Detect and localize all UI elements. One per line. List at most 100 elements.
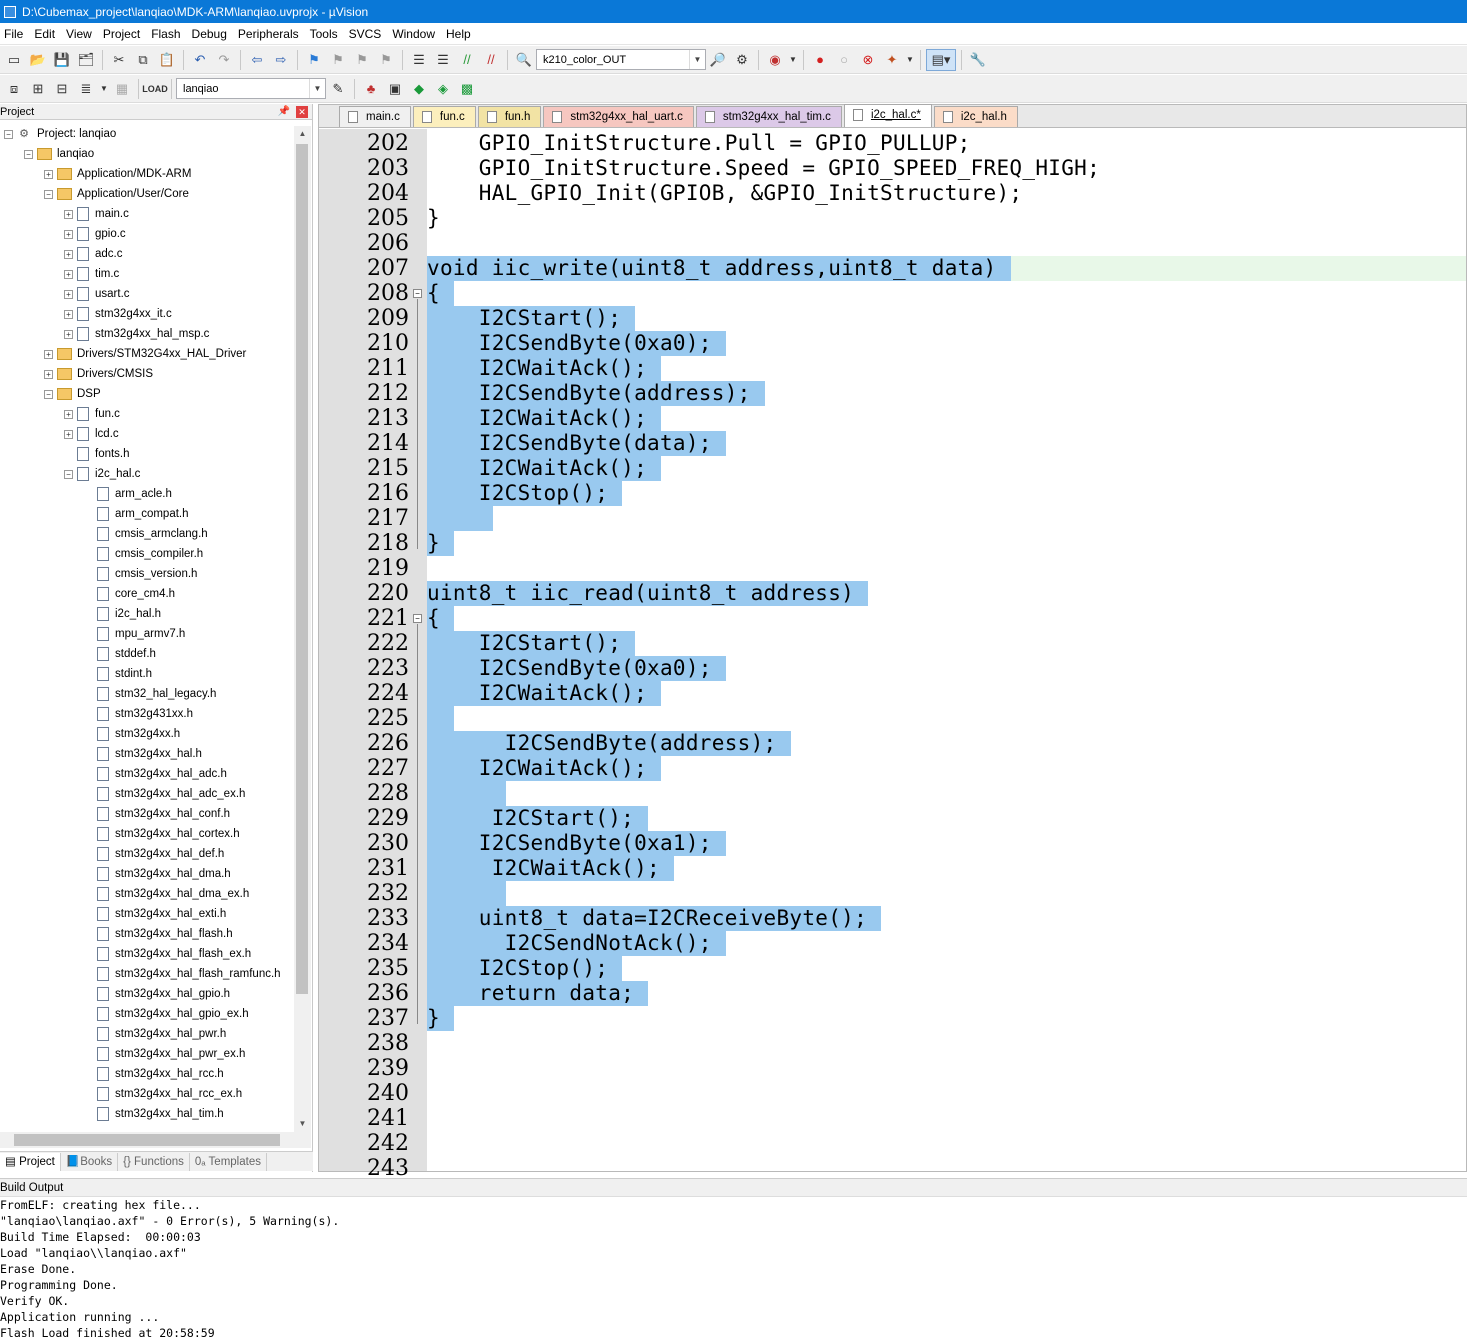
editor-tab-i2c-hal-h[interactable]: i2c_hal.h (933, 106, 1018, 127)
expand-icon[interactable]: + (64, 309, 73, 319)
project-target-combo[interactable]: lanqiao ▼ (176, 78, 326, 99)
code-area[interactable]: GPIO_InitStructure.Pull = GPIO_PULLUP; G… (427, 129, 1466, 1171)
wrench-icon[interactable]: 🔧 (967, 49, 989, 71)
menu-item-debug[interactable]: Debug (188, 23, 234, 45)
redo-icon[interactable]: ↷ (213, 49, 235, 71)
pack-installer-icon[interactable]: ▩ (456, 78, 478, 100)
breakpoint-icon[interactable]: ● (809, 49, 831, 71)
tree-item[interactable]: stm32g4xx_hal_pwr_ex.h (84, 1044, 245, 1064)
disable-all-breakpoints-icon[interactable]: ✦ (881, 49, 903, 71)
configure-icon[interactable]: ⚙ (731, 49, 753, 71)
disable-breakpoint-icon[interactable]: ○ (833, 49, 855, 71)
uncomment-icon[interactable]: // (480, 49, 502, 71)
unindent-icon[interactable]: ☰ (432, 49, 454, 71)
panel-tab-templates[interactable]: 0ₐ Templates (190, 1152, 267, 1171)
collapse-icon[interactable]: − (64, 469, 73, 479)
tree-item[interactable]: stddef.h (84, 644, 156, 664)
tree-item[interactable]: stm32g4xx_hal_flash_ex.h (84, 944, 251, 964)
tree-item[interactable]: arm_acle.h (84, 484, 172, 504)
tree-item[interactable]: stm32g4xx_hal_flash_ramfunc.h (84, 964, 281, 984)
menu-item-peripherals[interactable]: Peripherals (234, 23, 306, 45)
tree-item[interactable]: stm32g4xx_hal_cortex.h (84, 824, 240, 844)
batch-build-icon[interactable]: ≣ (75, 78, 97, 100)
tree-item[interactable]: stm32g4xx_hal_adc_ex.h (84, 784, 245, 804)
collapse-icon[interactable]: − (4, 129, 13, 139)
expand-icon[interactable]: + (44, 169, 53, 179)
editor-tab-i2c-hal-c-[interactable]: i2c_hal.c* (843, 104, 932, 127)
editor-tab-fun-h[interactable]: fun.h (477, 106, 542, 127)
tree-item[interactable]: stm32g4xx_hal_flash.h (84, 924, 233, 944)
panel-tab-project[interactable]: ▤ Project (0, 1152, 61, 1171)
expand-icon[interactable]: + (64, 269, 73, 279)
expand-icon[interactable]: + (64, 249, 73, 259)
tree-item[interactable]: stm32g4xx_hal_def.h (84, 844, 224, 864)
tree-item[interactable]: stm32g4xx_hal_rcc.h (84, 1064, 224, 1084)
indent-icon[interactable]: ☰ (408, 49, 430, 71)
dropdown-arrow-icon[interactable]: ▼ (99, 78, 109, 100)
menu-item-window[interactable]: Window (388, 23, 442, 45)
menu-item-project[interactable]: Project (99, 23, 147, 45)
pin-icon[interactable]: 📌 (278, 106, 290, 117)
expand-icon[interactable]: + (64, 209, 73, 219)
save-icon[interactable]: 💾 (51, 49, 73, 71)
paste-icon[interactable]: 📋 (156, 49, 178, 71)
tree-item[interactable]: stm32g4xx_hal_conf.h (84, 804, 230, 824)
tree-item[interactable]: stm32g4xx_hal_dma_ex.h (84, 884, 249, 904)
tree-item[interactable]: + fun.c (64, 404, 120, 424)
manage-project-icon[interactable]: ♣ (360, 78, 382, 100)
close-icon[interactable]: ✕ (296, 105, 308, 118)
tree-item[interactable]: cmsis_version.h (84, 564, 197, 584)
new-file-icon[interactable]: ▭ (3, 49, 25, 71)
next-bookmark-icon[interactable]: ⚑ (351, 49, 373, 71)
kill-breakpoints-icon[interactable]: ⊗ (857, 49, 879, 71)
window-layout-icon[interactable]: ▤▾ (926, 48, 956, 71)
select-packs-icon[interactable]: ◈ (432, 78, 454, 100)
build-icon[interactable]: ⊞ (27, 78, 49, 100)
tree-item[interactable]: + Drivers/STM32G4xx_HAL_Driver (44, 344, 246, 364)
tree-horizontal-scrollbar[interactable] (0, 1132, 311, 1148)
tree-item[interactable]: − DSP (44, 384, 101, 404)
tree-item[interactable]: stm32g4xx_hal_tim.h (84, 1104, 224, 1124)
scroll-up-arrow-icon[interactable]: ▲ (294, 126, 311, 142)
copy-icon[interactable]: ⧉ (132, 49, 154, 71)
expand-icon[interactable]: + (44, 349, 53, 359)
open-file-icon[interactable]: 📂 (27, 49, 49, 71)
target-combo[interactable]: k210_color_OUT ▼ (536, 49, 706, 70)
clear-bookmarks-icon[interactable]: ⚑ (375, 49, 397, 71)
cut-icon[interactable]: ✂ (108, 49, 130, 71)
tree-item[interactable]: + Application/MDK-ARM (44, 164, 191, 184)
prev-bookmark-icon[interactable]: ⚑ (327, 49, 349, 71)
tree-item[interactable]: stm32g4xx.h (84, 724, 180, 744)
panel-tab-books[interactable]: 📘Books (61, 1152, 119, 1171)
fold-toggle-icon[interactable]: − (413, 614, 422, 623)
bookmark-icon[interactable]: ⚑ (303, 49, 325, 71)
menu-item-svcs[interactable]: SVCS (345, 23, 389, 45)
tree-item[interactable]: mpu_armv7.h (84, 624, 185, 644)
tree-item[interactable]: stm32g4xx_hal_exti.h (84, 904, 226, 924)
menu-item-flash[interactable]: Flash (147, 23, 187, 45)
file-extensions-icon[interactable]: ▣ (384, 78, 406, 100)
expand-icon[interactable]: + (64, 289, 73, 299)
tree-item[interactable]: + usart.c (64, 284, 130, 304)
tree-item[interactable]: + stm32g4xx_it.c (64, 304, 172, 324)
tree-item[interactable]: − i2c_hal.c (64, 464, 140, 484)
menu-item-view[interactable]: View (62, 23, 99, 45)
tree-item[interactable]: + adc.c (64, 244, 123, 264)
editor-tab-main-c[interactable]: main.c (339, 106, 411, 127)
collapse-icon[interactable]: − (44, 389, 53, 399)
rebuild-icon[interactable]: ⊟ (51, 78, 73, 100)
expand-icon[interactable]: + (64, 429, 73, 439)
tree-item[interactable]: − Application/User/Core (44, 184, 189, 204)
panel-tab-functions[interactable]: {} Functions (118, 1152, 190, 1171)
fold-toggle-icon[interactable]: − (413, 289, 422, 298)
nav-forward-icon[interactable]: ⇨ (270, 49, 292, 71)
menu-item-edit[interactable]: Edit (30, 23, 62, 45)
manage-runtime-icon[interactable]: ◆ (408, 78, 430, 100)
tree-item[interactable]: + main.c (64, 204, 129, 224)
incremental-find-icon[interactable]: 🔎 (707, 49, 729, 71)
save-all-icon[interactable]: 🗂 (75, 49, 97, 71)
scroll-down-arrow-icon[interactable]: ▼ (294, 1116, 311, 1132)
stop-build-icon[interactable]: ▦ (111, 78, 133, 100)
tree-item[interactable]: stm32g4xx_hal_gpio_ex.h (84, 1004, 249, 1024)
tree-item[interactable]: cmsis_compiler.h (84, 544, 203, 564)
